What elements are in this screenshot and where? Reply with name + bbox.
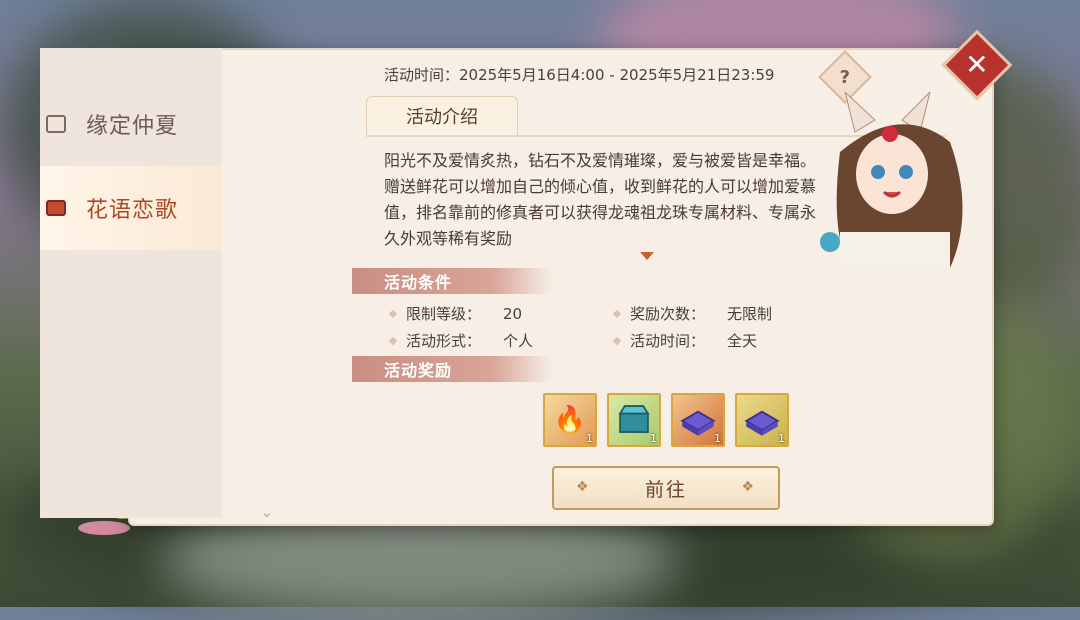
rewards-header: 活动奖励 [352, 356, 552, 382]
sidebar-item-yuanding[interactable]: 缘定仲夏 [40, 82, 222, 166]
reward-count: 1 [714, 432, 721, 445]
condition-label: 活动时间： [630, 332, 706, 350]
fox-girl-character [820, 92, 963, 268]
condition-value: 个人 [503, 332, 534, 350]
bullet-icon [612, 309, 622, 318]
activity-time: 活动时间：2025年5月16日4:00 - 2025年5月21日23:59 [384, 66, 775, 84]
sidebar-item-label: 缘定仲夏 [86, 114, 179, 139]
bullet-icon [388, 309, 398, 318]
expand-arrow-icon[interactable] [640, 252, 654, 260]
bullet-icon [612, 336, 622, 345]
go-button-label: 前往 [644, 478, 687, 501]
ornament-icon: ❖ [576, 479, 591, 495]
activity-description: 阳光不及爱情炙热，钻石不及爱情璀璨，爱与被爱皆是幸福。赠送鲜花可以增加自己的倾心… [384, 151, 817, 248]
activity-sidebar: 缘定仲夏 花语恋歌 [40, 48, 222, 518]
calendar-icon [46, 115, 66, 133]
condition-label: 奖励次数： [630, 305, 706, 323]
conditions-header: 活动条件 [352, 268, 552, 294]
condition-value: 无限制 [727, 305, 773, 323]
tab-activity-intro[interactable]: 活动介绍 [366, 96, 518, 136]
sidebar-item-huayu[interactable]: 花语恋歌 [40, 166, 222, 250]
reward-count: 1 [778, 432, 785, 445]
close-icon: ✕ [965, 48, 989, 81]
condition-label: 限制等级： [406, 305, 482, 323]
bullet-icon [388, 336, 398, 345]
condition-value: 20 [503, 304, 523, 323]
condition-level: 限制等级： 20 [388, 303, 523, 324]
condition-reward-times: 奖励次数： 无限制 [612, 303, 773, 324]
chevron-down-icon[interactable]: ⌄ [260, 502, 273, 521]
sidebar-item-label: 花语恋歌 [86, 198, 179, 223]
reward-count: 1 [650, 432, 657, 445]
go-button[interactable]: ❖ 前往 ❖ [552, 466, 780, 510]
reward-item[interactable]: 1 [607, 393, 661, 447]
reward-count: 1 [586, 432, 593, 445]
condition-form: 活动形式： 个人 [388, 330, 534, 351]
condition-label: 活动形式： [406, 332, 482, 350]
treasure-box-icon [46, 200, 66, 216]
question-icon: ? [839, 66, 851, 88]
reward-item[interactable]: 1 [735, 393, 789, 447]
condition-time: 活动时间： 全天 [612, 330, 758, 351]
reward-item[interactable]: 1 [671, 393, 725, 447]
ornament-icon: ❖ [741, 479, 756, 495]
condition-value: 全天 [727, 332, 758, 350]
reward-item[interactable]: 🔥 1 [543, 393, 597, 447]
